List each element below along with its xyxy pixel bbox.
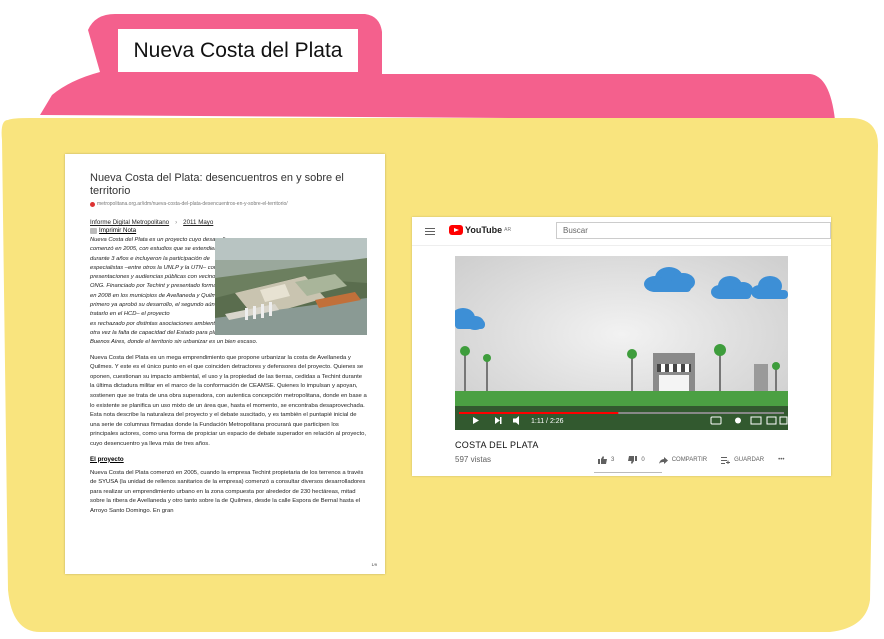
meta-separator: ›: [175, 219, 178, 226]
like-button[interactable]: 3: [598, 456, 614, 464]
youtube-video-card: YouTube AR Buscar 1:11 / 2:26 COSTA DEL …: [412, 217, 831, 476]
store-building: [653, 353, 695, 391]
settings-icon: [735, 417, 741, 424]
article-lead: Nueva Costa del Plata es un proyecto cuy…: [90, 236, 370, 348]
article-meta: Informe Digital Metropolitano › 2011 May…: [90, 219, 370, 226]
search-input[interactable]: Buscar: [556, 222, 831, 239]
view-count: 597 vistas: [455, 455, 492, 464]
article-paragraph: Nueva Costa del Plata comenzó en 2005, c…: [90, 469, 366, 514]
article-document: Nueva Costa del Plata: desencuentros en …: [65, 154, 385, 574]
video-actions: 3 0 COMPARTIR GUARDAR •••: [598, 456, 798, 464]
more-actions-icon[interactable]: •••: [778, 457, 784, 463]
aerial-render-image: [215, 238, 367, 335]
tower-building: [754, 364, 768, 391]
date-link[interactable]: 2011 Mayo: [183, 219, 213, 226]
page-corner-mark: 1/9: [371, 562, 377, 567]
share-icon: [658, 456, 668, 464]
hamburger-menu-icon[interactable]: [425, 228, 435, 235]
video-player[interactable]: 1:11 / 2:26: [455, 256, 788, 430]
article-title: Nueva Costa del Plata: desencuentros en …: [90, 172, 344, 197]
playlist-add-icon: [721, 456, 731, 464]
share-button[interactable]: COMPARTIR: [658, 456, 707, 464]
save-button[interactable]: GUARDAR: [721, 456, 764, 464]
progress-fill: [459, 412, 619, 414]
video-time: 1:11 / 2:26: [531, 418, 564, 425]
site-icon: [90, 201, 95, 207]
thumbs-up-icon: [598, 456, 607, 464]
youtube-logo[interactable]: YouTube AR: [449, 225, 511, 235]
sentiment-bar: [594, 472, 662, 473]
article-paragraph: Nueva Costa del Plata es un mega emprend…: [90, 354, 367, 447]
source-link[interactable]: Informe Digital Metropolitano: [90, 219, 169, 226]
printer-icon: [90, 227, 97, 234]
article-url[interactable]: metropolitana.org.ar/idm/nueva-costa-del…: [90, 201, 370, 207]
dislike-button[interactable]: 0: [628, 456, 645, 464]
thumbs-down-icon: [628, 456, 638, 464]
folder-tab-title: Nueva Costa del Plata: [118, 29, 358, 72]
youtube-header: YouTube AR Buscar: [412, 217, 831, 246]
video-title: COSTA DEL PLATA: [455, 440, 539, 450]
print-note[interactable]: Imprimir Nota: [90, 227, 370, 234]
youtube-play-icon: [449, 225, 463, 235]
article-subheading: El proyecto: [90, 455, 124, 463]
